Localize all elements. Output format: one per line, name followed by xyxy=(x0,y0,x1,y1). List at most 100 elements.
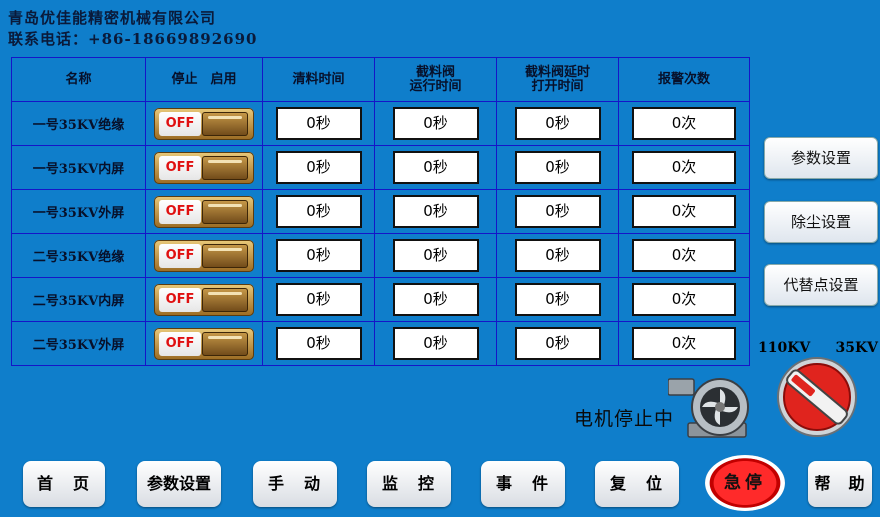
valve-delay-time-input[interactable]: 0秒 xyxy=(514,327,601,360)
row-toggle-cell: OFF xyxy=(145,233,263,278)
alarm-count-display: 0次 xyxy=(632,239,736,272)
clean-time-input[interactable]: 0秒 xyxy=(275,283,362,316)
toggle-knob xyxy=(202,199,248,224)
enable-toggle-switch[interactable]: OFF xyxy=(154,107,254,140)
nav-help-button[interactable]: 帮 助 xyxy=(808,461,872,507)
col-valve-delay-time: 截料阀延时 打开时间 xyxy=(496,57,619,102)
row-clean-time-cell: 0秒 xyxy=(262,145,375,190)
parameter-table: 名称 停止 启用 清料时间 截料阀 运行时间 截料阀延时 打开时间 报警次数 一… xyxy=(11,57,750,366)
voltage-selector-knob-icon[interactable] xyxy=(776,356,858,438)
table-row: 一号35KV外屏 OFF 0秒 0秒 0秒 0次 xyxy=(11,189,750,234)
valve-delay-time-input[interactable]: 0秒 xyxy=(514,195,601,228)
valve-run-time-input[interactable]: 0秒 xyxy=(392,239,479,272)
row-clean-time-cell: 0秒 xyxy=(262,101,375,146)
toggle-state-label: OFF xyxy=(159,287,201,312)
row-run-time-cell: 0秒 xyxy=(374,277,497,322)
toggle-state-label: OFF xyxy=(159,155,201,180)
toggle-knob xyxy=(202,243,248,268)
row-clean-time-cell: 0秒 xyxy=(262,277,375,322)
company-name: 青岛优佳能精密机械有限公司 xyxy=(8,9,217,27)
alarm-count-display: 0次 xyxy=(632,327,736,360)
table-row: 一号35KV内屏 OFF 0秒 0秒 0秒 0次 xyxy=(11,145,750,190)
table-row: 二号35KV绝缘 OFF 0秒 0秒 0秒 0次 xyxy=(11,233,750,278)
row-alarm-count-cell: 0次 xyxy=(618,101,750,146)
col-toggle: 停止 启用 xyxy=(145,57,263,102)
alarm-count-display: 0次 xyxy=(632,195,736,228)
toggle-state-label: OFF xyxy=(159,243,201,268)
enable-toggle-switch[interactable]: OFF xyxy=(154,195,254,228)
table-row: 一号35KV绝缘 OFF 0秒 0秒 0秒 0次 xyxy=(11,101,750,146)
enable-toggle-switch[interactable]: OFF xyxy=(154,151,254,184)
row-toggle-cell: OFF xyxy=(145,277,263,322)
nav-params-button[interactable]: 参数设置 xyxy=(137,461,221,507)
valve-delay-time-input[interactable]: 0秒 xyxy=(514,107,601,140)
row-delay-time-cell: 0秒 xyxy=(496,145,619,190)
row-delay-time-cell: 0秒 xyxy=(496,233,619,278)
row-name: 二号35KV内屏 xyxy=(11,277,146,322)
enable-toggle-switch[interactable]: OFF xyxy=(154,327,254,360)
label-35kv: 35KV xyxy=(835,340,878,356)
row-clean-time-cell: 0秒 xyxy=(262,321,375,366)
contact-phone: 联系电话：+86-18669892690 xyxy=(8,30,258,48)
row-clean-time-cell: 0秒 xyxy=(262,233,375,278)
label-110kv: 110KV xyxy=(758,340,811,356)
nav-events-button[interactable]: 事 件 xyxy=(481,461,565,507)
param-settings-button[interactable]: 参数设置 xyxy=(764,137,878,179)
clean-time-input[interactable]: 0秒 xyxy=(275,327,362,360)
row-delay-time-cell: 0秒 xyxy=(496,101,619,146)
valve-run-time-input[interactable]: 0秒 xyxy=(392,327,479,360)
valve-delay-time-input[interactable]: 0秒 xyxy=(514,239,601,272)
row-alarm-count-cell: 0次 xyxy=(618,233,750,278)
valve-delay-time-input[interactable]: 0秒 xyxy=(514,151,601,184)
row-run-time-cell: 0秒 xyxy=(374,233,497,278)
toggle-knob xyxy=(202,287,248,312)
alarm-count-display: 0次 xyxy=(632,107,736,140)
dust-settings-button[interactable]: 除尘设置 xyxy=(764,201,878,243)
emergency-stop-button[interactable]: 急停 xyxy=(705,455,785,511)
nav-home-button[interactable]: 首 页 xyxy=(23,461,105,507)
motor-fan-icon xyxy=(668,378,749,438)
nav-manual-button[interactable]: 手 动 xyxy=(253,461,337,507)
row-run-time-cell: 0秒 xyxy=(374,321,497,366)
company-header: 青岛优佳能精密机械有限公司 联系电话：+86-18669892690 xyxy=(8,8,257,50)
substitute-point-settings-button[interactable]: 代替点设置 xyxy=(764,264,878,306)
col-name: 名称 xyxy=(11,57,146,102)
valve-run-time-input[interactable]: 0秒 xyxy=(392,195,479,228)
valve-run-time-input[interactable]: 0秒 xyxy=(392,283,479,316)
row-name: 一号35KV外屏 xyxy=(11,189,146,234)
row-run-time-cell: 0秒 xyxy=(374,189,497,234)
col-alarm-count: 报警次数 xyxy=(618,57,750,102)
row-toggle-cell: OFF xyxy=(145,145,263,190)
table-row: 二号35KV内屏 OFF 0秒 0秒 0秒 0次 xyxy=(11,277,750,322)
row-name: 一号35KV绝缘 xyxy=(11,101,146,146)
motor-status-text: 电机停止中 xyxy=(574,408,675,430)
col-valve-run-time: 截料阀 运行时间 xyxy=(374,57,497,102)
enable-toggle-switch[interactable]: OFF xyxy=(154,239,254,272)
clean-time-input[interactable]: 0秒 xyxy=(275,195,362,228)
toggle-state-label: OFF xyxy=(159,111,201,136)
clean-time-input[interactable]: 0秒 xyxy=(275,151,362,184)
clean-time-input[interactable]: 0秒 xyxy=(275,107,362,140)
nav-monitor-button[interactable]: 监 控 xyxy=(367,461,451,507)
enable-toggle-switch[interactable]: OFF xyxy=(154,283,254,316)
row-alarm-count-cell: 0次 xyxy=(618,145,750,190)
row-run-time-cell: 0秒 xyxy=(374,101,497,146)
row-toggle-cell: OFF xyxy=(145,321,263,366)
valve-run-time-input[interactable]: 0秒 xyxy=(392,107,479,140)
table-row: 二号35KV外屏 OFF 0秒 0秒 0秒 0次 xyxy=(11,321,750,366)
row-alarm-count-cell: 0次 xyxy=(618,321,750,366)
clean-time-input[interactable]: 0秒 xyxy=(275,239,362,272)
toggle-state-label: OFF xyxy=(159,199,201,224)
col-clean-time: 清料时间 xyxy=(262,57,375,102)
valve-delay-time-input[interactable]: 0秒 xyxy=(514,283,601,316)
row-clean-time-cell: 0秒 xyxy=(262,189,375,234)
valve-run-time-input[interactable]: 0秒 xyxy=(392,151,479,184)
nav-reset-button[interactable]: 复 位 xyxy=(595,461,679,507)
toggle-state-label: OFF xyxy=(159,331,201,356)
row-run-time-cell: 0秒 xyxy=(374,145,497,190)
toggle-knob xyxy=(202,155,248,180)
row-delay-time-cell: 0秒 xyxy=(496,321,619,366)
table-header-row: 名称 停止 启用 清料时间 截料阀 运行时间 截料阀延时 打开时间 报警次数 xyxy=(11,57,750,102)
row-name: 二号35KV绝缘 xyxy=(11,233,146,278)
row-toggle-cell: OFF xyxy=(145,101,263,146)
